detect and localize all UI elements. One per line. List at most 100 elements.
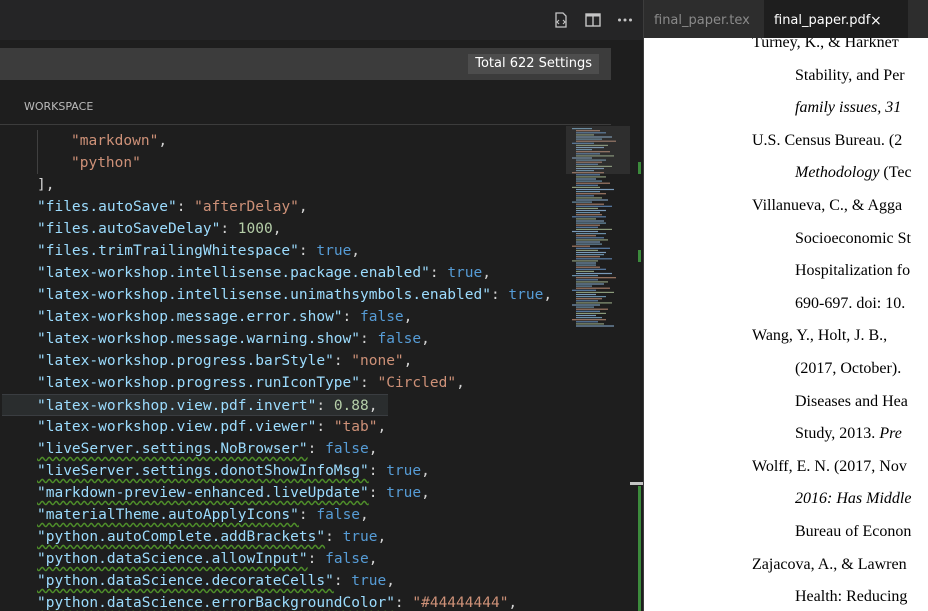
minimap-line <box>572 186 600 188</box>
minimap-line <box>576 195 594 197</box>
minimap-line <box>576 241 600 243</box>
code-token: : <box>360 331 378 347</box>
code-token: true <box>508 287 544 303</box>
settings-search-input[interactable]: Total 622 Settings <box>0 48 611 80</box>
editor-scrollbar[interactable] <box>630 126 643 611</box>
close-tab-icon[interactable]: × <box>870 0 882 38</box>
minimap-line <box>576 258 612 260</box>
minimap-line <box>576 174 600 176</box>
pdf-text: Study, 2013. <box>795 425 880 443</box>
reference-continuation-line: Stability, and Per <box>795 66 905 86</box>
workspace-scope-tab[interactable]: WORKSPACE <box>24 100 93 114</box>
code-token: "markdown" <box>71 133 159 149</box>
code-token: false <box>325 551 369 567</box>
minimap-viewport[interactable] <box>566 126 630 174</box>
split-editor-icon[interactable] <box>584 11 602 29</box>
reference-continuation-line: 690-697. doi: 10. <box>795 294 905 314</box>
scope-divider <box>0 124 611 125</box>
code-token: "liveServer.settings.NoBrowser" <box>37 441 308 457</box>
code-token: : <box>298 243 317 259</box>
minimap-line <box>576 199 608 201</box>
code-token: false <box>325 441 369 457</box>
minimap-line <box>576 312 606 314</box>
minimap-line <box>576 249 598 251</box>
minimap-line <box>576 277 616 279</box>
minimap-line <box>576 176 606 178</box>
indent-guide <box>37 152 38 174</box>
minimap-line <box>576 239 608 241</box>
code-token: "afterDelay" <box>194 199 299 215</box>
code-token: "python.dataScience.allowInput" <box>37 551 308 567</box>
total-settings-badge: Total 622 Settings <box>468 54 599 74</box>
minimap-line <box>576 264 596 266</box>
code-token: 0.88 <box>333 398 369 414</box>
pdf-text: Diseases and Hea <box>795 392 908 410</box>
code-text: "latex-workshop.view.pdf.viewer": "tab", <box>37 416 386 438</box>
pdf-text: Bureau of Econon <box>795 523 912 540</box>
reference-entry-line: Wolff, E. N. (2017, Nov <box>752 457 907 477</box>
minimap-line <box>572 260 598 262</box>
code-token: : <box>333 353 352 369</box>
minimap-line <box>576 310 600 312</box>
pdf-text: U.S. Census Bureau. (2 <box>752 131 903 149</box>
reference-continuation-line: Bureau of Econon <box>795 522 911 542</box>
minimap-line <box>576 306 594 308</box>
code-token: , <box>368 441 378 457</box>
minimap-line <box>572 304 600 306</box>
code-token: "tab" <box>333 419 378 435</box>
settings-json-editor[interactable]: "markdown", "python"], "files.autoSave": "… <box>0 126 566 611</box>
code-token: true <box>386 463 422 479</box>
minimap[interactable] <box>566 126 630 611</box>
tab-final-paper-pdf[interactable]: final_paper.pdf <box>764 0 908 38</box>
minimap-line <box>576 266 600 268</box>
minimap-line <box>576 184 598 186</box>
minimap-line <box>576 254 604 256</box>
code-text: "materialTheme.autoApplyIcons": false, <box>37 504 369 526</box>
pdf-text: Methodology <box>795 164 880 182</box>
code-text: "latex-workshop.intellisense.unimathsymb… <box>37 284 552 306</box>
minimap-line <box>576 212 600 214</box>
scrollbar-position-marker <box>630 482 643 485</box>
tab-final-paper-tex[interactable]: final_paper.tex <box>644 0 776 38</box>
code-token: "files.trimTrailingWhitespace" <box>37 243 299 259</box>
code-token: "files.autoSave" <box>37 199 177 215</box>
code-token: "python.dataScience.decorateCells" <box>37 573 334 589</box>
minimap-line <box>576 180 602 182</box>
code-token: , <box>360 507 369 523</box>
code-token: : <box>368 485 387 501</box>
code-token: "latex-workshop.message.error.show" <box>37 309 343 325</box>
code-token: "latex-workshop.view.pdf.invert" <box>37 398 317 414</box>
more-actions-icon[interactable] <box>616 11 634 29</box>
code-token: , <box>482 265 491 281</box>
pdf-text: Wang, Y., Holt, J. B., <box>752 327 888 345</box>
code-token: : <box>316 419 334 435</box>
minimap-line <box>576 308 608 310</box>
code-token: : <box>325 529 343 545</box>
minimap-line <box>576 182 610 184</box>
minimap-line <box>572 275 598 277</box>
code-text: ], <box>37 174 54 196</box>
code-token: , <box>272 221 282 237</box>
code-token: true <box>386 485 422 501</box>
minimap-line <box>576 178 596 180</box>
code-token: , <box>543 287 553 303</box>
indent-guide <box>37 130 38 152</box>
highlighted-code-line[interactable]: "latex-workshop.view.pdf.invert": 0.88, <box>2 394 388 416</box>
code-token: 1000 <box>237 221 273 237</box>
code-token: false <box>360 309 404 325</box>
minimap-line <box>576 228 612 230</box>
code-token: , <box>386 573 395 589</box>
minimap-line <box>576 197 602 199</box>
code-token: "files.autoSaveDelay" <box>37 221 221 237</box>
code-token: , <box>377 529 387 545</box>
code-text: "latex-workshop.message.error.show": fal… <box>37 306 412 328</box>
pdf-text: (2017, October). <box>795 360 902 377</box>
code-token: , <box>377 419 387 435</box>
reference-continuation-line: Health: Reducing <box>795 587 907 607</box>
code-text: "python.dataScience.decorateCells": true… <box>37 570 395 592</box>
code-token: : <box>316 398 334 414</box>
minimap-line <box>576 251 606 254</box>
code-token: "python.dataScience.errorBackgroundColor… <box>37 595 395 611</box>
scrollbar-git-marker <box>638 250 641 262</box>
open-settings-json-icon[interactable] <box>552 11 570 29</box>
